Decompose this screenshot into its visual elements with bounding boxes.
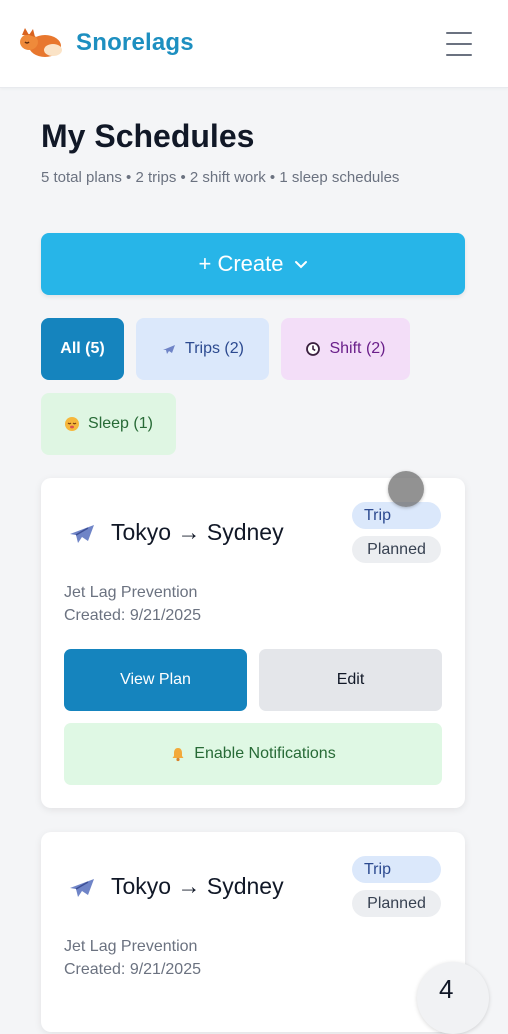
plan-title: Tokyo → Sydney [111,873,284,899]
filter-sleep[interactable]: Sleep (1) [41,393,176,455]
filter-all-label: All (5) [60,340,105,357]
filter-trips[interactable]: Trips (2) [136,318,269,380]
filter-sleep-label: Sleep (1) [88,415,153,432]
bell-icon [172,748,184,762]
plan-created-date: Created: 9/21/2025 [64,607,201,624]
page-title: My Schedules [41,118,255,154]
plan-kind: Jet Lag Prevention [64,938,198,955]
filter-all[interactable]: All (5) [41,318,124,380]
plan-summary: 5 total plans • 2 trips • 2 shift work •… [41,169,400,186]
create-button[interactable]: + Create [41,233,465,295]
type-badge: Trip [352,502,441,529]
create-button-label: + Create [198,251,284,276]
filter-trips-label: Trips (2) [185,340,244,357]
plan-card: Tokyo → Sydney Trip Planned Jet Lag Prev… [41,478,465,808]
brand-name[interactable]: Snorelags [76,29,194,57]
plan-created-date: Created: 9/21/2025 [64,961,201,978]
app-header: Snorelags [0,0,508,88]
airplane-icon [70,879,94,897]
chevron-down-icon [294,261,307,269]
floating-action-button[interactable]: 4 [417,962,489,1034]
enable-notifications-button[interactable]: Enable Notifications [64,723,442,785]
edit-label: Edit [336,671,365,688]
fox-sleeping-logo[interactable] [18,26,64,60]
plan-kind: Jet Lag Prevention [64,584,198,601]
status-badge: Planned [352,536,441,563]
airplane-icon [70,525,94,543]
clock-icon [306,342,321,356]
sleepy-face-icon [65,417,80,431]
plan-title: Tokyo → Sydney [111,519,284,545]
filter-shift-label: Shift (2) [329,340,386,357]
view-plan-label: View Plan [120,671,191,688]
fab-label: 4 [439,974,454,1004]
view-plan-button[interactable]: View Plan [64,649,247,711]
edit-button[interactable]: Edit [259,649,442,711]
enable-notifications-label: Enable Notifications [194,745,336,762]
airplane-icon [163,345,176,354]
filter-shift[interactable]: Shift (2) [281,318,410,380]
touch-indicator [388,471,424,507]
type-badge: Trip [352,856,441,883]
status-badge: Planned [352,890,441,917]
plan-card: Tokyo → Sydney Trip Planned Jet Lag Prev… [41,832,465,1032]
hamburger-menu-icon[interactable] [440,28,478,60]
